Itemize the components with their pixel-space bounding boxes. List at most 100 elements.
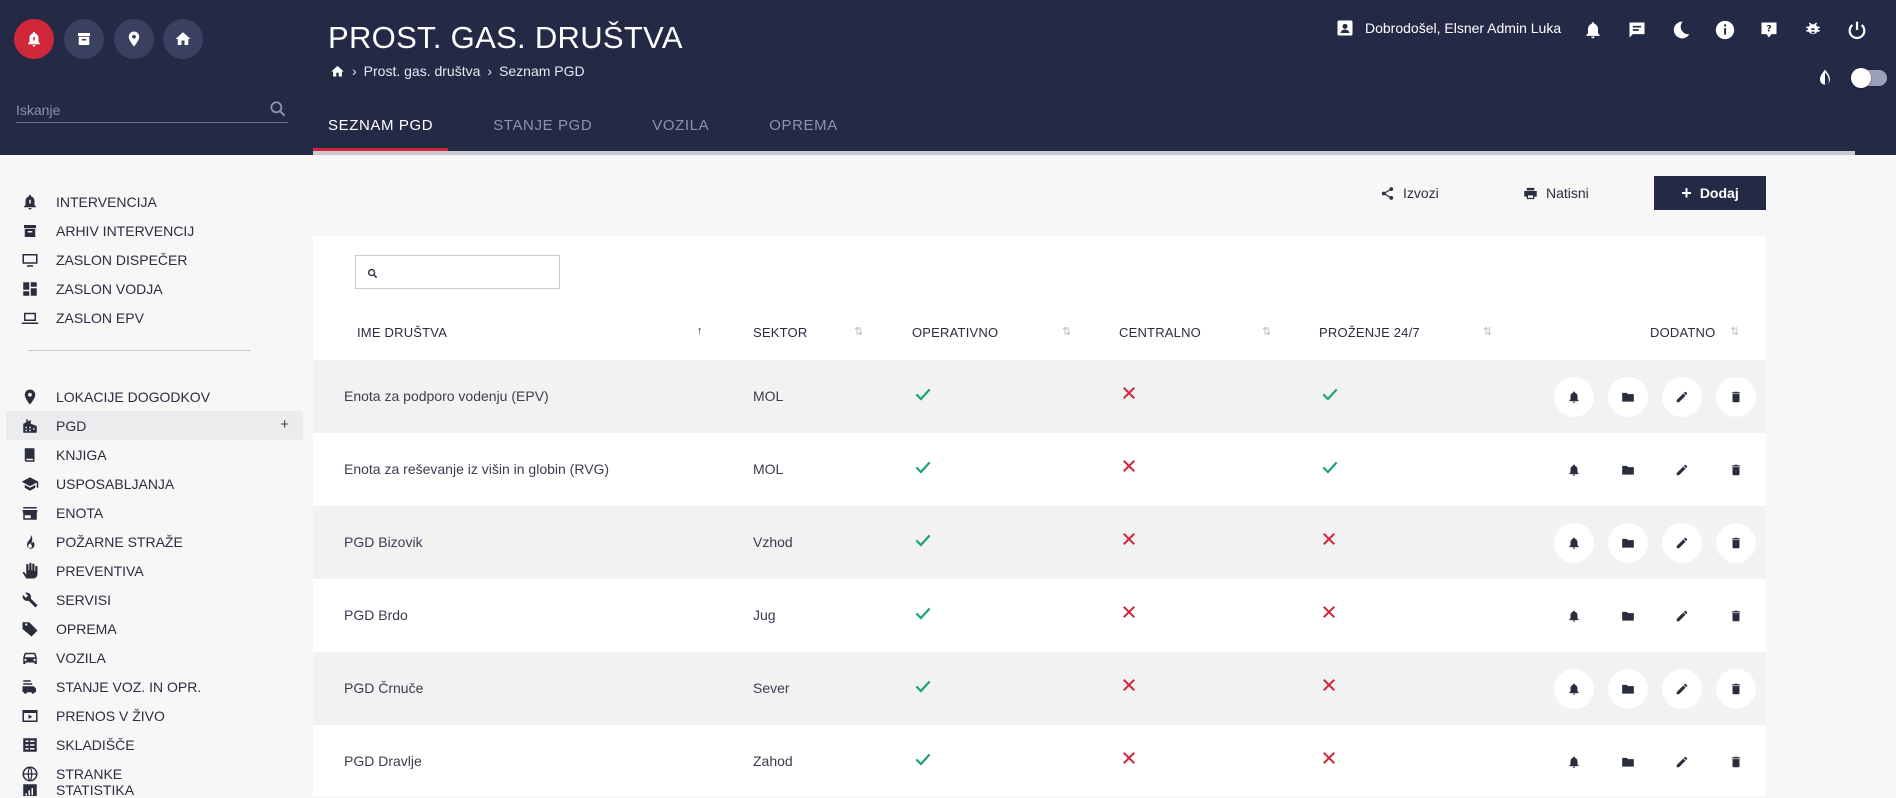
home-button[interactable]	[163, 19, 203, 59]
sidebar-item-statistika[interactable]: STATISTIKA	[6, 782, 303, 796]
sidebar-item-pgd[interactable]: PGD +	[6, 411, 303, 440]
sort-asc-icon[interactable]: ↑	[697, 325, 703, 337]
sidebar-item-prenos-v-zivo[interactable]: PRENOS V ŽIVO	[6, 701, 303, 730]
sidebar-item-label: STRANKE	[56, 765, 123, 782]
edit-button[interactable]	[1662, 450, 1702, 490]
info-icon[interactable]	[1713, 18, 1737, 42]
trash-button[interactable]	[1716, 450, 1756, 490]
sidebar-item-stanje-voz[interactable]: STANJE VOZ. IN OPR.	[6, 672, 303, 701]
tab-stanje-pgd[interactable]: STANJE PGD	[478, 110, 607, 151]
trash-button[interactable]	[1716, 596, 1756, 636]
search-icon[interactable]	[268, 99, 288, 119]
help-icon[interactable]: ?	[1757, 18, 1781, 42]
edit-button[interactable]	[1662, 377, 1702, 417]
alarm-bell-button[interactable]	[1554, 523, 1594, 563]
sort-icon[interactable]: ⇅	[1062, 325, 1071, 338]
table-search-input[interactable]	[384, 256, 554, 288]
column-header-sektor[interactable]: SEKTOR	[753, 325, 807, 340]
table-row[interactable]: PGD Črnuče Sever	[313, 652, 1766, 725]
chart-icon	[6, 782, 46, 796]
sidebar-item-pozarne-straze[interactable]: POŽARNE STRAŽE	[6, 527, 303, 556]
notifications-icon[interactable]	[1581, 18, 1605, 42]
sidebar-item-zaslon-vodja[interactable]: ZASLON VODJA	[6, 274, 303, 303]
sidebar-item-servisi[interactable]: SERVISI	[6, 585, 303, 614]
trash-button[interactable]	[1716, 669, 1756, 709]
cross-icon	[1320, 603, 1338, 621]
alarm-bell-button[interactable]	[1554, 669, 1594, 709]
sort-icon[interactable]: ⇅	[854, 325, 863, 338]
folder-button[interactable]	[1608, 377, 1648, 417]
alarm-bell-button[interactable]	[1554, 596, 1594, 636]
sidebar-item-knjiga[interactable]: KNJIGA	[6, 440, 303, 469]
export-button[interactable]: Izvozi	[1380, 176, 1439, 210]
alarm-button[interactable]	[14, 19, 54, 59]
sidebar-item-skladisce[interactable]: SKLADIŠČE	[6, 730, 303, 759]
sidebar-item-label: LOKACIJE DOGODKOV	[56, 388, 211, 405]
sort-icon[interactable]: ⇅	[1730, 325, 1739, 338]
tab-vozila[interactable]: VOZILA	[637, 110, 724, 151]
edit-button[interactable]	[1662, 742, 1702, 782]
trash-button[interactable]	[1716, 742, 1756, 782]
theme-toggle[interactable]	[1851, 68, 1887, 88]
location-button[interactable]	[114, 19, 154, 59]
sidebar-item-zaslon-dispecer[interactable]: ZASLON DISPEČER	[6, 245, 303, 274]
power-icon[interactable]	[1845, 18, 1869, 42]
alarm-bell-icon	[6, 193, 46, 211]
sidebar-item-lokacije-dogodkov[interactable]: LOKACIJE DOGODKOV	[6, 382, 303, 411]
edit-button[interactable]	[1662, 523, 1702, 563]
home-icon[interactable]	[330, 64, 345, 79]
cell-name: PGD Črnuče	[344, 680, 424, 696]
folder-icon	[1622, 392, 1634, 402]
sidebar-item-arhiv-intervencij[interactable]: ARHIV INTERVENCIJ	[6, 216, 303, 245]
contrast-icon[interactable]	[1813, 66, 1837, 90]
folder-button[interactable]	[1608, 523, 1648, 563]
breadcrumb-item[interactable]: Prost. gas. društva	[364, 63, 481, 79]
table-row[interactable]: PGD Dravlje Zahod	[313, 725, 1766, 798]
add-button[interactable]: + Dodaj	[1654, 176, 1766, 210]
sidebar-item-usposabljanja[interactable]: USPOSABLJANJA	[6, 469, 303, 498]
folder-button[interactable]	[1608, 596, 1648, 636]
sidebar-item-preventiva[interactable]: PREVENTIVA	[6, 556, 303, 585]
alarm-bell-button[interactable]	[1554, 377, 1594, 417]
table-row[interactable]: PGD Brdo Jug	[313, 579, 1766, 652]
archive-icon	[78, 33, 90, 45]
edit-button[interactable]	[1662, 669, 1702, 709]
tab-oprema[interactable]: OPREMA	[754, 110, 853, 151]
sidebar-item-label: USPOSABLJANJA	[56, 475, 175, 492]
cross-icon	[1120, 384, 1138, 402]
sidebar-item-intervencija[interactable]: INTERVENCIJA	[6, 187, 303, 216]
sort-icon[interactable]: ⇅	[1262, 325, 1271, 338]
table-row[interactable]: PGD Bizovik Vzhod	[313, 506, 1766, 579]
print-button[interactable]: Natisni	[1523, 176, 1589, 210]
trash-button[interactable]	[1716, 377, 1756, 417]
tab-seznam-pgd[interactable]: SEZNAM PGD	[313, 110, 449, 151]
sidebar-item-zaslon-epv[interactable]: ZASLON EPV	[6, 303, 303, 332]
column-header-ime[interactable]: IME DRUŠTVA	[357, 325, 447, 340]
trash-icon	[1731, 756, 1741, 768]
user-info[interactable]: Dobrodošel, Elsner Admin Luka	[1335, 18, 1561, 38]
trash-button[interactable]	[1716, 523, 1756, 563]
alarm-bell-button[interactable]	[1554, 450, 1594, 490]
bug-icon[interactable]	[1801, 18, 1825, 42]
chat-icon[interactable]	[1625, 18, 1649, 42]
column-header-dodatno[interactable]: DODATNO	[1650, 325, 1715, 340]
table-row[interactable]: Enota za reševanje iz višin in globin (R…	[313, 433, 1766, 506]
folder-button[interactable]	[1608, 742, 1648, 782]
folder-button[interactable]	[1608, 450, 1648, 490]
expand-plus-icon[interactable]: +	[280, 416, 289, 433]
column-header-centralno[interactable]: CENTRALNO	[1119, 325, 1201, 340]
table-row[interactable]: Enota za podporo vodenju (EPV) MOL	[313, 360, 1766, 433]
sidebar-item-enota[interactable]: ENOTA	[6, 498, 303, 527]
column-header-prozenje[interactable]: PROŽENJE 24/7	[1319, 325, 1420, 340]
sidebar-item-oprema[interactable]: OPREMA	[6, 614, 303, 643]
search-input[interactable]	[16, 97, 256, 123]
moon-icon[interactable]	[1669, 18, 1693, 42]
edit-button[interactable]	[1662, 596, 1702, 636]
trash-icon	[1731, 464, 1741, 476]
archive-button[interactable]	[64, 19, 104, 59]
column-header-operativno[interactable]: OPERATIVNO	[912, 325, 998, 340]
sort-icon[interactable]: ⇅	[1483, 325, 1492, 338]
sidebar-item-vozila[interactable]: VOZILA	[6, 643, 303, 672]
alarm-bell-button[interactable]	[1554, 742, 1594, 782]
folder-button[interactable]	[1608, 669, 1648, 709]
